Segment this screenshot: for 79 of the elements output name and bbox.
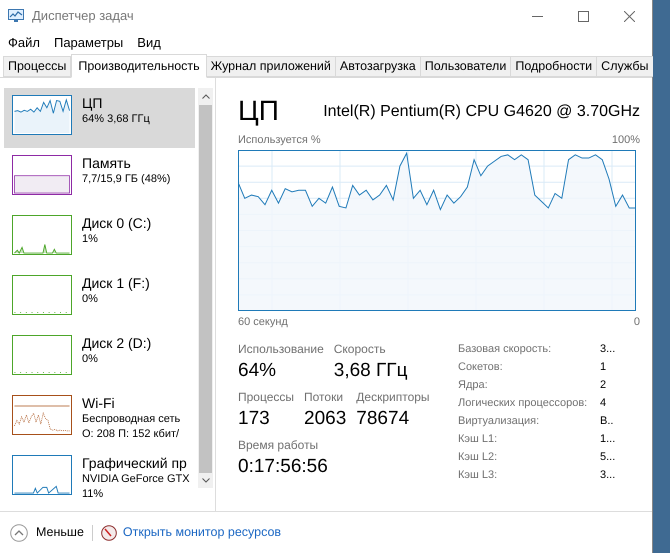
item-name: Диск 1 (F:) <box>82 274 150 292</box>
maximize-icon <box>578 10 588 22</box>
stat-label: Процессы <box>238 389 294 406</box>
close-icon <box>624 10 634 22</box>
item-name: Диск 0 (C:) <box>82 214 152 232</box>
spec-label: Кэш L1: <box>458 432 498 447</box>
scrollbar-thumb[interactable] <box>199 105 212 473</box>
stat-label: Потоки <box>304 389 344 406</box>
stat-value: 0:17:56:56 <box>238 455 328 479</box>
spec-value: 3... <box>600 468 616 483</box>
axis-label: 0 <box>634 314 640 330</box>
tab[interactable]: Автозагрузка <box>334 56 421 77</box>
spec-value: 1 <box>600 360 606 375</box>
tab[interactable]: Пользователи <box>420 56 512 77</box>
scroll-up-icon <box>202 94 210 99</box>
spec-value: 5... <box>600 450 616 465</box>
sidebar-item[interactable]: Диск 0 (C:) 1% <box>4 208 196 268</box>
panel-title: ЦП <box>238 96 279 126</box>
item-detail: Беспроводная сеть <box>82 412 180 427</box>
item-detail: NVIDIA GeForce GTX <box>82 472 190 487</box>
item-name: Память <box>82 154 132 172</box>
stat-label: Использование <box>238 341 324 358</box>
item-name: Wi-Fi <box>82 394 116 412</box>
stat-value: 3,68 ГГц <box>334 359 408 383</box>
spec-label: Кэш L3: <box>458 468 498 483</box>
stat-label: Время работы <box>238 437 320 454</box>
item-name: Графический пр <box>82 454 188 472</box>
scrollbar[interactable] <box>198 88 213 488</box>
menu-item[interactable]: Параметры <box>54 33 124 53</box>
axis-label: 60 секунд <box>238 314 288 330</box>
stat-value: 64% <box>238 359 278 383</box>
resource-monitor-icon <box>100 524 117 540</box>
tab[interactable]: Подробности <box>510 56 598 77</box>
resource-monitor-link[interactable]: Открыть монитор ресурсов <box>122 523 282 542</box>
menu-item[interactable]: Вид <box>137 33 161 53</box>
sidebar-item[interactable]: Память 7,7/15,9 ГБ (48%) <box>4 148 196 208</box>
stat-label: Дескрипторы <box>356 389 430 406</box>
spec-value: 2 <box>600 378 606 393</box>
stat-label: Скорость <box>334 341 387 358</box>
sidebar-item[interactable]: Wi-Fi Беспроводная сеть О: 208 П: 152 кбит/ <box>4 388 196 448</box>
item-name: ЦП <box>82 94 104 112</box>
window-title: Диспетчер задач <box>32 7 134 26</box>
stat-value: 2063 <box>304 407 346 431</box>
spec-label: Виртуализация: <box>458 414 540 429</box>
spec-value: 1... <box>600 432 616 447</box>
item-detail: 0% <box>82 352 99 367</box>
item-name: Диск 2 (D:) <box>82 334 152 352</box>
sidebar-item[interactable]: Графический пр NVIDIA GeForce GTX 11% <box>4 448 196 508</box>
item-detail: 11% <box>82 487 104 502</box>
chevron-up-icon <box>10 524 28 542</box>
tab[interactable]: Производительность <box>71 54 207 78</box>
app-icon <box>8 9 24 23</box>
sidebar-item[interactable]: Диск 2 (D:) 0% <box>4 328 196 388</box>
stat-value: 173 <box>238 407 271 431</box>
spec-label: Ядра: <box>458 378 489 393</box>
item-detail: 64% 3,68 ГГц <box>82 112 150 127</box>
sidebar-item[interactable]: ЦП 64% 3,68 ГГц <box>4 88 196 148</box>
item-detail: 0% <box>82 292 99 307</box>
axis-label: Используется % <box>238 133 321 148</box>
stat-value: 78674 <box>356 407 410 431</box>
cpu-model: Intel(R) Pentium(R) CPU G4620 @ 3.70GHz <box>323 102 640 122</box>
spec-label: Кэш L2: <box>458 450 498 465</box>
tab[interactable]: Службы <box>596 56 654 77</box>
spec-label: Логических процессоров: <box>458 396 588 411</box>
spec-label: Сокетов: <box>458 360 504 375</box>
item-detail: 7,7/15,9 ГБ (48%) <box>82 172 170 187</box>
menu-item[interactable]: Файл <box>8 33 40 53</box>
spec-value: В.. <box>600 414 614 429</box>
tab[interactable]: Журнал приложений <box>206 56 336 77</box>
item-detail: 1% <box>82 232 99 247</box>
spec-label: Базовая скорость: <box>458 342 552 357</box>
axis-label: 100% <box>612 133 640 148</box>
spec-value: 3... <box>600 342 616 357</box>
sidebar-item[interactable]: Диск 1 (F:) 0% <box>4 268 196 328</box>
tab[interactable]: Процессы <box>3 56 72 77</box>
item-detail: О: 208 П: 152 кбит/ <box>82 427 180 442</box>
less-details-button[interactable]: Меньше <box>10 523 84 542</box>
spec-value: 4 <box>600 396 606 411</box>
scroll-down-icon <box>202 478 210 483</box>
